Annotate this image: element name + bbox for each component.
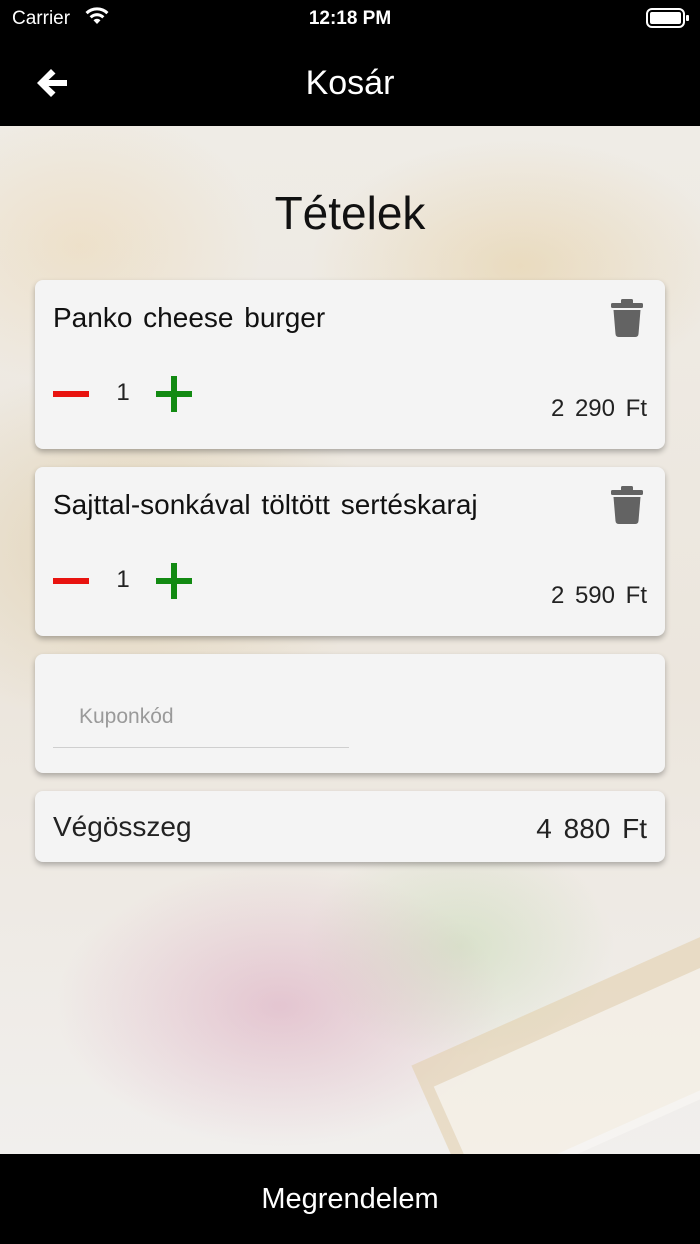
quantity-value: 1 [116,566,130,593]
item-name: Sajttal-sonkával töltött sertéskaraj [53,489,478,520]
item-name: Panko cheese burger [53,302,326,333]
plus-icon[interactable] [156,376,192,412]
minus-icon[interactable] [53,565,89,597]
status-bar: Carrier 12:18 PM [0,0,700,36]
plus-icon[interactable] [156,563,192,599]
order-button[interactable]: Megrendelem [0,1154,700,1244]
cart-screen: Carrier 12:18 PM Kosár Tételek Panko che… [0,0,700,1244]
cart-item: Panko cheese burger 1 2 290 Ft [35,280,665,449]
coupon-card [35,654,665,773]
nav-bar: Kosár [0,36,700,126]
nav-title: Kosár [305,64,395,102]
trash-icon[interactable] [611,299,643,337]
status-time: 12:18 PM [308,8,392,29]
item-price: 2 590 Ft [550,582,647,609]
minus-icon[interactable] [53,378,89,410]
total-value: 4 880 Ft [536,813,647,844]
total-label: Végösszeg [53,811,192,842]
total-card: Végösszeg 4 880 Ft [35,791,665,862]
cart-item: Sajttal-sonkával töltött sertéskaraj 1 2… [35,467,665,636]
section-title: Tételek [274,187,426,239]
quantity-value: 1 [116,379,130,406]
trash-icon[interactable] [611,486,643,524]
battery-icon [646,8,689,28]
coupon-input[interactable] [53,686,349,748]
item-price: 2 290 Ft [550,395,647,422]
